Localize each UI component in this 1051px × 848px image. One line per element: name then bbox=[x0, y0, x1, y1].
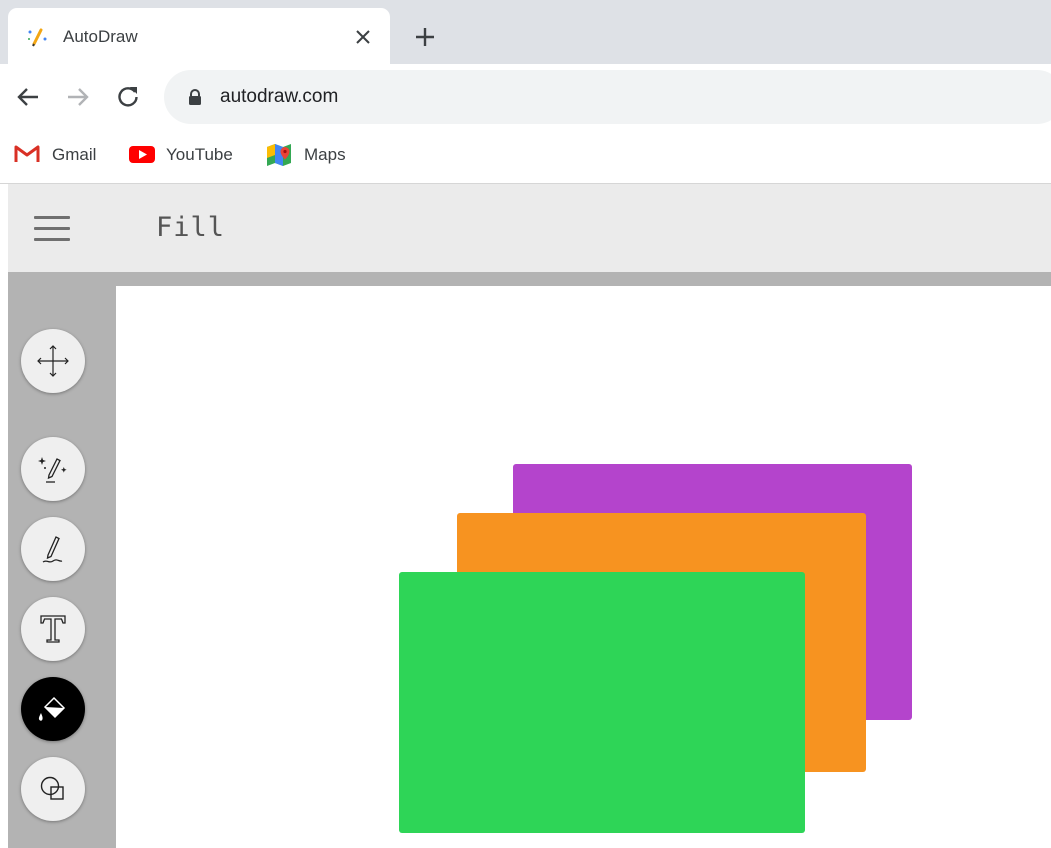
tool-select-button[interactable] bbox=[21, 329, 85, 393]
bookmark-youtube[interactable]: YouTube bbox=[128, 142, 243, 166]
tool-shape-button[interactable] bbox=[21, 757, 85, 821]
browser-window: AutoDraw autodraw.com Gmail YouTube Maps… bbox=[0, 0, 1051, 848]
shapes-icon bbox=[40, 776, 64, 800]
arrow-right-icon[interactable] bbox=[64, 83, 92, 111]
tab-strip: AutoDraw bbox=[0, 0, 1051, 64]
reload-icon[interactable] bbox=[114, 83, 142, 111]
move-arrows-icon bbox=[37, 345, 69, 377]
arrow-left-icon[interactable] bbox=[14, 83, 42, 111]
url-text: autodraw.com bbox=[220, 86, 339, 107]
mode-title: Fill bbox=[156, 212, 226, 243]
close-icon[interactable] bbox=[351, 25, 375, 49]
bookmark-label-gmail: Gmail bbox=[52, 145, 97, 164]
tool-draw-button[interactable] bbox=[21, 517, 85, 581]
tab-title: AutoDraw bbox=[63, 27, 138, 46]
workspace bbox=[8, 272, 1051, 848]
autodraw-pencil-icon bbox=[26, 26, 48, 48]
hamburger-menu-icon[interactable] bbox=[34, 214, 70, 244]
address-bar[interactable]: autodraw.com bbox=[164, 70, 1051, 124]
tool-fill-button[interactable] bbox=[21, 677, 85, 741]
bookmark-maps[interactable]: Maps bbox=[266, 142, 358, 166]
text-t-icon bbox=[40, 615, 66, 643]
browser-toolbar: autodraw.com bbox=[0, 64, 1051, 130]
bookmark-label-youtube: YouTube bbox=[166, 145, 233, 164]
pencil-icon bbox=[42, 536, 63, 563]
drawing-canvas[interactable] bbox=[116, 286, 1051, 848]
maps-icon bbox=[267, 144, 291, 166]
bookmark-gmail[interactable]: Gmail bbox=[14, 142, 106, 166]
plus-icon[interactable] bbox=[412, 24, 438, 50]
sparkle-pencil-icon bbox=[38, 457, 67, 483]
paint-bucket-icon bbox=[38, 696, 66, 721]
bookmark-label-maps: Maps bbox=[304, 145, 346, 164]
bookmarks-bar: Gmail YouTube Maps bbox=[0, 130, 1051, 184]
app-header: Fill bbox=[8, 184, 1051, 272]
tool-type-button[interactable] bbox=[21, 597, 85, 661]
gmail-icon bbox=[14, 145, 40, 162]
tool-autodraw-button[interactable] bbox=[21, 437, 85, 501]
lock-icon[interactable] bbox=[186, 88, 204, 106]
youtube-icon bbox=[129, 146, 155, 163]
green-rectangle[interactable] bbox=[399, 572, 805, 833]
tab-autodraw[interactable]: AutoDraw bbox=[8, 8, 390, 64]
